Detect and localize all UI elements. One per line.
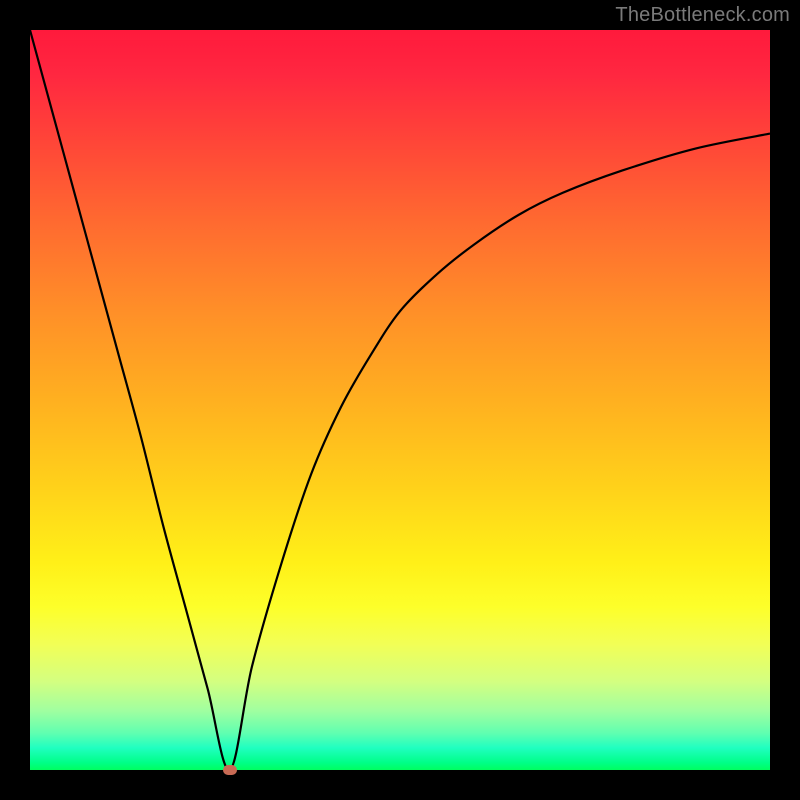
bottleneck-curve	[30, 30, 770, 770]
curve-layer	[30, 30, 770, 770]
minimum-marker	[223, 765, 237, 775]
watermark-text: TheBottleneck.com	[615, 4, 790, 27]
chart-frame: TheBottleneck.com	[0, 0, 800, 800]
